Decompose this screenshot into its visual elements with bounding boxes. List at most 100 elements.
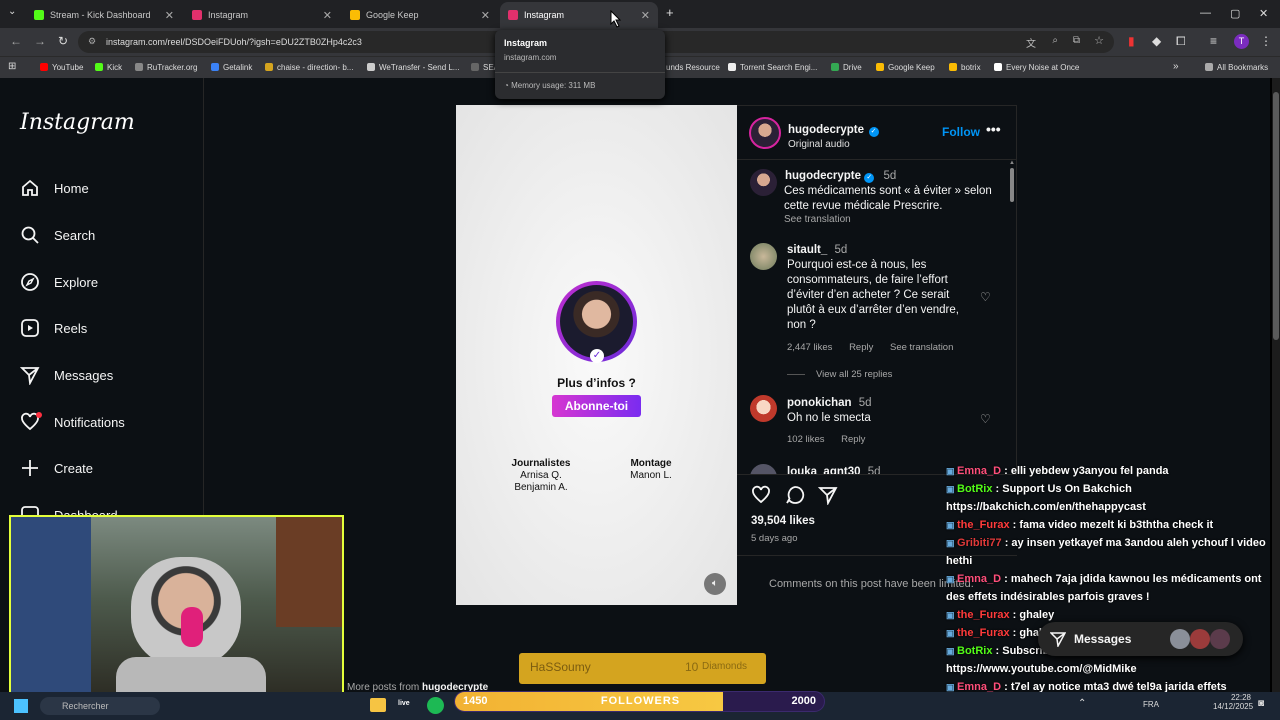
comment-likes[interactable]: 2,447 likes: [787, 342, 832, 353]
tab-instagram-1[interactable]: Instagram ✕: [184, 2, 340, 28]
clock[interactable]: 22:28 14/12/2025: [1213, 693, 1253, 711]
instagram-logo[interactable]: Instagram: [20, 110, 135, 135]
install-icon[interactable]: ⧉: [1073, 35, 1080, 46]
share-send-icon[interactable]: [817, 485, 838, 510]
bookmark-torrent[interactable]: Torrent Search Engi...: [728, 63, 817, 72]
commenter-avatar[interactable]: [750, 243, 777, 270]
memory-text: Memory usage: 311 MB: [511, 81, 596, 90]
bookmark-every-noise[interactable]: Every Noise at Once: [994, 63, 1079, 72]
site-info-icon[interactable]: ⚙: [88, 36, 96, 47]
tab-kick-dashboard[interactable]: Stream - Kick Dashboard ✕: [26, 2, 182, 28]
nav-home[interactable]: Home: [20, 176, 89, 200]
extensions-puzzle-icon[interactable]: ⧠: [1176, 34, 1186, 49]
forward-button[interactable]: →: [34, 34, 46, 48]
close-icon[interactable]: ✕: [641, 9, 650, 22]
windows-start-icon[interactable]: [14, 699, 28, 713]
close-icon[interactable]: ✕: [323, 9, 332, 22]
taskbar-search[interactable]: Rechercher: [40, 697, 160, 715]
like-comment-heart-icon[interactable]: ♡: [980, 412, 991, 426]
bookmark-kick[interactable]: Kick: [95, 63, 122, 72]
audio-toggle-button[interactable]: 🔈︎: [704, 573, 726, 595]
reply-button[interactable]: Reply: [849, 342, 873, 353]
credit-name: Manon L.: [630, 470, 672, 481]
extension-icon[interactable]: ▮: [1128, 34, 1135, 48]
bookmark-youtube[interactable]: YouTube: [40, 63, 83, 72]
nav-messages[interactable]: Messages: [20, 363, 113, 387]
language-indicator[interactable]: FRA: [1143, 700, 1159, 709]
followers-label: FOLLOWERS: [600, 695, 681, 707]
translate-icon[interactable]: 文: [1026, 35, 1036, 50]
live-app-icon[interactable]: live: [398, 700, 410, 707]
bookmark-google-keep[interactable]: Google Keep: [876, 63, 935, 72]
bookmark-icon: [994, 63, 1002, 71]
follow-button[interactable]: Follow: [942, 125, 980, 139]
bookmark-rutracker[interactable]: RuTracker.org: [135, 63, 197, 72]
comments-scrollbar[interactable]: [1010, 168, 1014, 202]
nav-create[interactable]: Create: [20, 456, 93, 480]
back-button[interactable]: ←: [10, 34, 22, 48]
spotify-icon[interactable]: [427, 697, 444, 714]
comment-author[interactable]: sitault_: [787, 244, 827, 256]
likes-count[interactable]: 39,504 likes: [751, 515, 815, 527]
restore-button[interactable]: ▢: [1230, 7, 1240, 20]
like-comment-heart-icon[interactable]: ♡: [980, 290, 991, 304]
comment-author[interactable]: louka_agnt30: [787, 466, 861, 474]
comment-author[interactable]: ponokichan: [787, 397, 852, 409]
bookmark-wetransfer[interactable]: WeTransfer - Send L...: [367, 63, 459, 72]
scroll-up-icon[interactable]: ▲: [1009, 160, 1015, 166]
zoom-icon[interactable]: ⌕: [1052, 35, 1058, 46]
comment-header: louka_agnt30 5d: [787, 466, 881, 474]
new-tab-button[interactable]: +: [666, 5, 674, 20]
reload-button[interactable]: ↻: [58, 34, 68, 48]
profile-avatar[interactable]: T: [1234, 34, 1249, 49]
messages-pill[interactable]: Messages: [1038, 622, 1243, 656]
author-avatar[interactable]: [749, 117, 781, 149]
reply-button[interactable]: Reply: [841, 434, 865, 445]
caption-age: 5d: [883, 170, 897, 182]
apps-icon[interactable]: ⊞: [8, 61, 16, 72]
bookmark-sounds-resource[interactable]: unds Resource: [666, 63, 720, 72]
tab-search-button[interactable]: ⌄: [8, 6, 16, 17]
caption-author[interactable]: hugodecrypte: [785, 170, 861, 182]
bookmark-getalink[interactable]: Getalink: [211, 63, 252, 72]
close-icon[interactable]: ✕: [165, 9, 174, 22]
see-translation-button[interactable]: See translation: [890, 342, 953, 353]
view-replies-button[interactable]: View all 25 replies: [816, 369, 892, 380]
tray-chevron-icon[interactable]: ⌃: [1078, 698, 1086, 709]
extension-icon[interactable]: ◆: [1152, 34, 1161, 48]
bookmark-drive[interactable]: Drive: [831, 63, 862, 72]
plus-icon: [20, 458, 40, 478]
like-heart-icon[interactable]: [751, 485, 771, 510]
nav-explore[interactable]: Explore: [20, 270, 98, 294]
comment-bubble-icon[interactable]: [785, 485, 805, 510]
author-name[interactable]: hugodecrypte: [788, 124, 864, 136]
bookmark-botrix[interactable]: botrix: [949, 63, 981, 72]
chat-message: ▣ Gribiti77 : ay insen yetkayef ma 3ando…: [946, 534, 1276, 570]
close-icon[interactable]: ✕: [481, 9, 490, 22]
file-explorer-icon[interactable]: [370, 698, 386, 712]
close-window-button[interactable]: ✕: [1259, 7, 1268, 20]
page-scrollbar-thumb[interactable]: [1273, 92, 1279, 340]
bookmark-chaise[interactable]: chaise - direction- b...: [265, 63, 353, 72]
chat-message: ▣ Emna_D : elli yebdew y3anyou fel panda: [946, 462, 1276, 480]
reel-video[interactable]: ✓ Plus d’infos ? Abonne-toi Journalistes…: [456, 105, 737, 605]
commenter-avatar[interactable]: [750, 464, 777, 474]
comment-likes[interactable]: 102 likes: [787, 434, 825, 445]
bookmark-star-icon[interactable]: ☆: [1094, 34, 1104, 47]
more-bookmarks-icon[interactable]: »: [1173, 61, 1179, 72]
author-avatar[interactable]: [750, 169, 777, 196]
notification-bell-icon[interactable]: ◙: [1258, 698, 1264, 709]
tab-google-keep[interactable]: Google Keep ✕: [342, 2, 498, 28]
nav-notifications[interactable]: Notifications: [20, 410, 125, 434]
commenter-avatar[interactable]: [750, 395, 777, 422]
media-icon[interactable]: ≡: [1210, 34, 1217, 48]
tab-instagram-active[interactable]: Instagram ✕: [500, 2, 658, 28]
nav-reels[interactable]: Reels: [20, 316, 87, 340]
caption-see-translation[interactable]: See translation: [784, 214, 851, 225]
more-options-icon[interactable]: •••: [986, 121, 1001, 137]
audio-label[interactable]: Original audio: [788, 139, 879, 150]
all-bookmarks-button[interactable]: All Bookmarks: [1205, 63, 1268, 72]
menu-icon[interactable]: ⋮: [1260, 34, 1272, 48]
nav-search[interactable]: Search: [20, 223, 95, 247]
minimize-button[interactable]: —: [1200, 7, 1211, 19]
